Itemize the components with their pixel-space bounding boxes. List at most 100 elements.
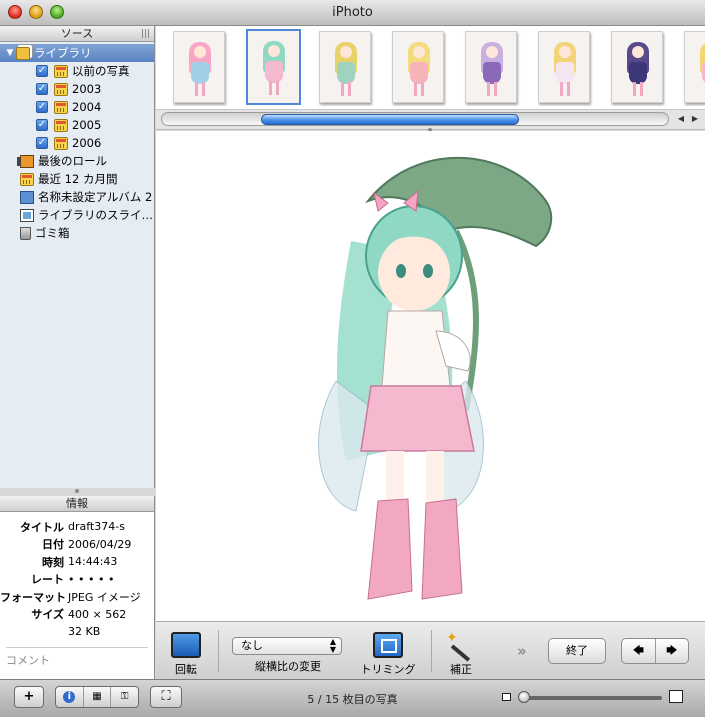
sidebar-item[interactable]: ▼ ライブラリ	[0, 44, 154, 62]
calendar-icon	[54, 118, 68, 132]
thumbnail-dress	[629, 62, 647, 84]
include-checkbox[interactable]: ✓	[36, 119, 48, 131]
thumbnail-face	[413, 46, 425, 58]
thumbnail-dress	[337, 62, 355, 84]
comment-field[interactable]: コメント	[6, 646, 148, 668]
magic-wand-icon	[446, 630, 476, 658]
source-list: ソース ▼ ライブラリ ✓ 以前の写真 ✓ 2003 ✓ 2004 ✓ 2005 ✓ 2006 最後のロ…	[0, 26, 155, 488]
sidebar-item-label: 以前の写真	[72, 64, 130, 78]
slideshow-icon	[20, 208, 34, 222]
crop-tool[interactable]: トリミング	[358, 626, 418, 677]
source-list-title: ソース	[60, 27, 94, 40]
sidebar-item[interactable]: 最近 12 カ月間	[0, 170, 154, 188]
include-checkbox[interactable]: ✓	[36, 101, 48, 113]
resize-grip-icon[interactable]	[142, 29, 150, 38]
sidebar-item[interactable]: ✓ 2006	[0, 134, 154, 152]
photo-viewer[interactable]	[156, 131, 705, 621]
include-checkbox[interactable]: ✓	[36, 137, 48, 149]
thumbnail-dress	[410, 62, 428, 84]
sidebar-item-label: ライブラリのスライ…	[38, 208, 153, 222]
aspect-ratio-popup[interactable]: なし ▲ ▼	[232, 637, 342, 655]
aspect-ratio-label: 縦横比の変更	[255, 660, 321, 673]
updown-arrows-icon: ▲ ▼	[329, 637, 336, 654]
include-checkbox[interactable]: ✓	[36, 83, 48, 95]
calendar-icon	[54, 136, 68, 150]
thumbnail-face	[340, 46, 352, 58]
previous-photo-button[interactable]: 🡄	[622, 639, 656, 663]
photo-thumbnail[interactable]	[319, 31, 371, 103]
photo-thumbnail[interactable]	[246, 29, 301, 105]
thumbnail-legs	[633, 82, 643, 96]
sidebar-item[interactable]: ✓ 以前の写真	[0, 62, 154, 80]
photo-thumbnail[interactable]	[611, 31, 663, 103]
info-key: 日付	[42, 538, 64, 552]
zoom-slider-knob[interactable]	[518, 691, 530, 703]
calendar-icon	[54, 100, 68, 114]
info-value: 2006/04/29	[68, 537, 132, 551]
include-checkbox[interactable]: ✓	[36, 65, 48, 77]
crop-icon	[373, 632, 403, 658]
enhance-tool[interactable]: 補正	[444, 626, 478, 677]
sidebar-item[interactable]: ✓ 2004	[0, 98, 154, 116]
filmstrip-scrollbar-thumb[interactable]	[261, 114, 519, 125]
large-thumbnail-icon[interactable]	[669, 690, 683, 703]
info-row: レート • • • • •	[0, 571, 154, 589]
scroll-left-icon[interactable]: ◀	[674, 112, 688, 126]
info-key: 時刻	[42, 555, 64, 569]
film-roll-icon	[17, 154, 34, 168]
filmstrip-scrollbar-track[interactable]	[161, 112, 669, 126]
sidebar-item[interactable]: ✓ 2003	[0, 80, 154, 98]
sidebar-item[interactable]: 最後のロール	[0, 152, 154, 170]
thumbnail-legs	[341, 82, 351, 96]
photo-thumbnail[interactable]	[465, 31, 517, 103]
info-row: タイトル draft374-s	[0, 518, 154, 536]
sidebar-item-label: 最後のロール	[38, 154, 107, 168]
info-pane-header: 情報	[0, 496, 154, 512]
sidebar-item[interactable]: ライブラリのスライ…	[0, 206, 154, 224]
calendar-icon	[54, 82, 68, 96]
disclosure-triangle-icon[interactable]: ▼	[4, 48, 16, 58]
sidebar-item[interactable]: ✓ 2005	[0, 116, 154, 134]
enhance-label: 補正	[450, 663, 472, 676]
info-value: 400 × 562	[68, 607, 127, 621]
thumbnail-legs	[195, 82, 205, 96]
sidebar-item-label: 2006	[72, 136, 102, 150]
thumbnail-legs	[487, 82, 497, 96]
trash-icon	[20, 226, 31, 240]
thumbnail-face	[486, 46, 498, 58]
sidebar-item-label: 2005	[72, 118, 102, 132]
sidebar-item[interactable]: ゴミ箱	[0, 224, 154, 242]
sidebar-item-label: 2004	[72, 100, 102, 114]
scroll-right-icon[interactable]: ▶	[688, 112, 702, 126]
filmstrip	[156, 26, 705, 110]
calendar-icon	[20, 172, 34, 186]
pane-divider-handle[interactable]	[75, 489, 79, 493]
info-key: サイズ	[31, 608, 64, 622]
sidebar-item[interactable]: 名称未設定アルバム 2	[0, 188, 154, 206]
photo-thumbnail[interactable]	[173, 31, 225, 103]
info-key: フォーマット	[0, 590, 66, 604]
done-button[interactable]: 終了	[548, 638, 606, 664]
info-value[interactable]: • • • • •	[68, 573, 114, 586]
thumbnail-face	[632, 46, 644, 58]
photo-thumbnail[interactable]	[392, 31, 444, 103]
thumbnail-face	[268, 45, 280, 57]
info-pane: 情報 タイトル draft374-s 日付 2006/04/29 時刻 14:44:43 レ…	[0, 496, 155, 679]
source-list-header: ソース	[0, 26, 154, 42]
small-thumbnail-icon[interactable]	[502, 693, 511, 701]
info-value[interactable]: draft374-s	[68, 520, 125, 533]
more-tools-chevron-icon[interactable]: »	[517, 642, 527, 660]
crop-label: トリミング	[360, 663, 416, 676]
nav-arrows: 🡄 🡆	[621, 638, 689, 664]
photo-thumbnail[interactable]	[684, 31, 705, 103]
photo-illustration	[318, 156, 553, 600]
next-photo-button[interactable]: 🡆	[656, 639, 689, 663]
photo-thumbnail[interactable]	[538, 31, 590, 103]
separator	[218, 630, 219, 672]
rotate-tool[interactable]: 回転	[166, 626, 206, 677]
zoom-slider[interactable]	[522, 696, 662, 700]
info-row: 時刻 14:44:43	[0, 553, 154, 571]
thumbnail-legs	[560, 82, 570, 96]
aspect-ratio-value: なし	[241, 639, 263, 652]
calendar-icon	[54, 64, 68, 78]
